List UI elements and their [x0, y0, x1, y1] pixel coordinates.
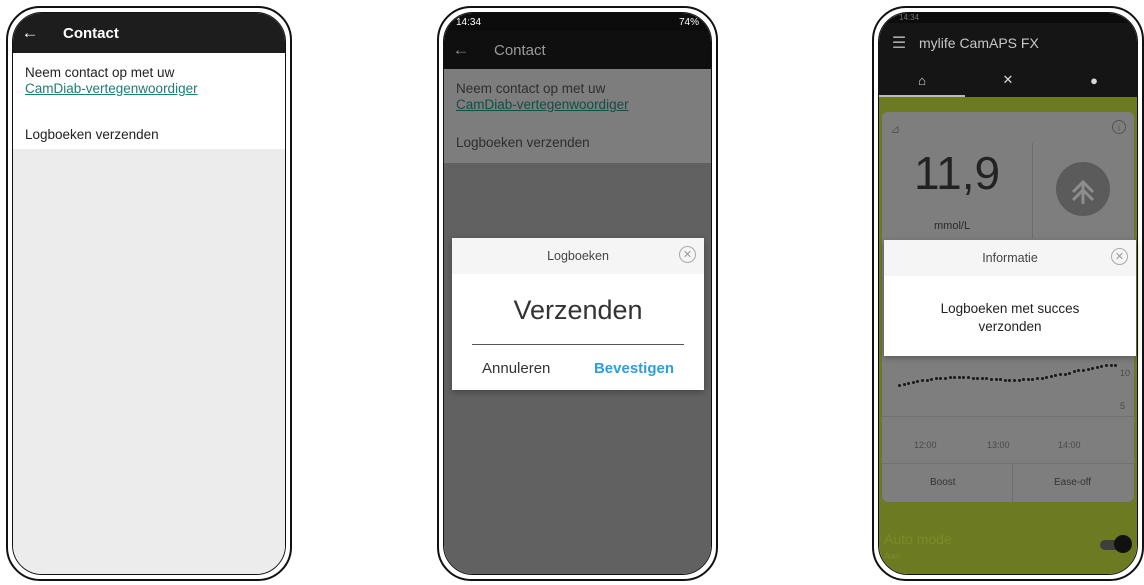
glucose-dot — [1086, 367, 1090, 371]
contact-list: Neem contact op met uw CamDiab-vertegenw… — [13, 53, 285, 149]
home-icon: ⌂ — [918, 72, 926, 88]
glucose-dot — [911, 381, 915, 385]
glucose-dot — [1082, 368, 1085, 372]
glucose-dot — [944, 376, 947, 380]
ease-off-button[interactable]: Ease-off — [1054, 477, 1091, 488]
contact-text: Neem contact op met uw CamDiab-vertegenw… — [456, 81, 629, 113]
send-logbooks-item[interactable]: Logboeken verzenden — [25, 127, 159, 142]
glucose-dot — [994, 378, 998, 382]
page-title: Contact — [494, 41, 546, 59]
glucose-dot — [925, 378, 929, 382]
info-dialog: Informatie ✕ Logboeken met succes verzon… — [884, 240, 1136, 356]
y-tick: 5 — [1120, 401, 1126, 411]
glucose-dot — [957, 376, 961, 380]
contact-text: Neem contact op met uw CamDiab-vertegenw… — [25, 65, 198, 97]
glucose-dot — [1017, 378, 1021, 382]
glucose-dot — [1091, 366, 1095, 370]
dialog-heading: Verzenden — [513, 295, 643, 325]
contact-line: Neem contact op met uw — [25, 65, 175, 80]
glucose-dot — [971, 376, 975, 380]
tab-bar: ⌂ ✕ ● — [879, 63, 1137, 97]
auto-mode-label: Auto mode — [884, 531, 952, 547]
representative-link[interactable]: CamDiab-vertegenwoordiger — [456, 97, 629, 113]
info-icon[interactable]: i — [1112, 120, 1126, 134]
close-icon[interactable]: ✕ — [1111, 248, 1128, 265]
dialog-title: Informatie — [982, 251, 1038, 265]
button-divider — [1012, 463, 1013, 502]
glucose-dot — [1068, 371, 1072, 375]
menu-icon[interactable]: ☰ — [879, 33, 919, 53]
glucose-dot — [1114, 363, 1118, 367]
auto-mode-status: Aan — [884, 551, 901, 561]
glucose-dot — [1109, 363, 1113, 367]
glucose-dot — [1013, 378, 1016, 382]
status-time: 14:34 — [456, 16, 482, 28]
empty-area — [13, 149, 285, 574]
dialog-header: Logboeken ✕ — [452, 238, 704, 274]
sensor-icon: ⊿ — [890, 122, 901, 136]
phone-frame-send-dialog: 14:34 74% ← Contact Neem contact op met … — [437, 6, 718, 581]
glucose-dot — [980, 377, 984, 381]
tab-insulin[interactable]: ● — [1051, 63, 1137, 97]
message-line: Logboeken met succes — [940, 301, 1080, 316]
message-line: verzonden — [978, 319, 1042, 334]
card-divider — [882, 463, 1134, 464]
back-arrow-icon[interactable]: ← — [13, 23, 47, 43]
glucose-dot — [898, 384, 901, 387]
y-tick: 10 — [1120, 368, 1131, 378]
app-title: mylife CamAPS FX — [919, 35, 1039, 51]
trend-up-arrow-icon — [1071, 179, 1095, 204]
app-bar: ☰ mylife CamAPS FX — [879, 23, 1137, 63]
glucose-dot — [902, 382, 906, 386]
phone-frame-contact: ← Contact Neem contact op met uw CamDiab… — [6, 6, 292, 581]
status-bar: 14:34 74% — [444, 13, 711, 31]
page-title: Contact — [63, 24, 119, 42]
tools-icon: ✕ — [1002, 72, 1014, 87]
glucose-dot — [948, 376, 952, 380]
tab-home[interactable]: ⌂ — [879, 63, 965, 97]
glucose-unit: mmol/L — [934, 220, 971, 232]
dialog-header: Informatie ✕ — [884, 240, 1136, 276]
glucose-dot — [1063, 372, 1067, 376]
status-battery: 74% — [678, 16, 699, 28]
toggle-knob[interactable] — [1114, 535, 1132, 553]
tab-tools[interactable]: ✕ — [965, 63, 1051, 97]
phone-screen: 14:34 74% ← Contact Neem contact op met … — [443, 12, 712, 575]
glucose-dot — [990, 377, 993, 381]
send-logbooks-item[interactable]: Logboeken verzenden — [456, 135, 590, 150]
confirm-button[interactable]: Bevestigen — [594, 360, 674, 377]
x-tick: 13:00 — [987, 440, 1010, 450]
divider — [1032, 143, 1033, 238]
trend-indicator — [1056, 162, 1110, 216]
dialog-message: Logboeken met succes verzonden — [884, 300, 1136, 336]
glucose-value: 11,9 — [914, 147, 1001, 199]
x-tick: 14:00 — [1058, 440, 1081, 450]
representative-link[interactable]: CamDiab-vertegenwoordiger — [25, 81, 198, 97]
status-bar: 14:34 — [879, 13, 1137, 23]
graph-gridline — [882, 416, 1134, 417]
glucose-dot — [1095, 365, 1099, 369]
back-arrow-icon[interactable]: ← — [444, 40, 478, 60]
contact-line: Neem contact op met uw — [456, 81, 606, 96]
glucose-dot — [1003, 378, 1007, 382]
drop-icon: ● — [1090, 72, 1098, 88]
x-tick: 12:00 — [914, 440, 937, 450]
contact-list: Neem contact op met uw CamDiab-vertegenw… — [444, 69, 711, 163]
phone-screen: ← Contact Neem contact op met uw CamDiab… — [12, 12, 286, 575]
close-icon[interactable]: ✕ — [679, 246, 696, 263]
status-time: 14:34 — [899, 13, 920, 22]
divider — [472, 344, 684, 345]
cancel-button[interactable]: Annuleren — [482, 360, 550, 377]
phone-frame-success: 14:34 ☰ mylife CamAPS FX ⌂ ✕ ● ⊿ i 11,9 … — [872, 6, 1144, 581]
app-bar: ← Contact — [444, 31, 711, 69]
app-bar: ← Contact — [13, 13, 285, 53]
glucose-dot — [1026, 378, 1030, 382]
glucose-dot — [1040, 376, 1044, 380]
dialog-title: Logboeken — [547, 249, 609, 263]
send-logbooks-dialog: Logboeken ✕ Verzenden Annuleren Bevestig… — [452, 238, 704, 390]
boost-button[interactable]: Boost — [930, 477, 956, 488]
